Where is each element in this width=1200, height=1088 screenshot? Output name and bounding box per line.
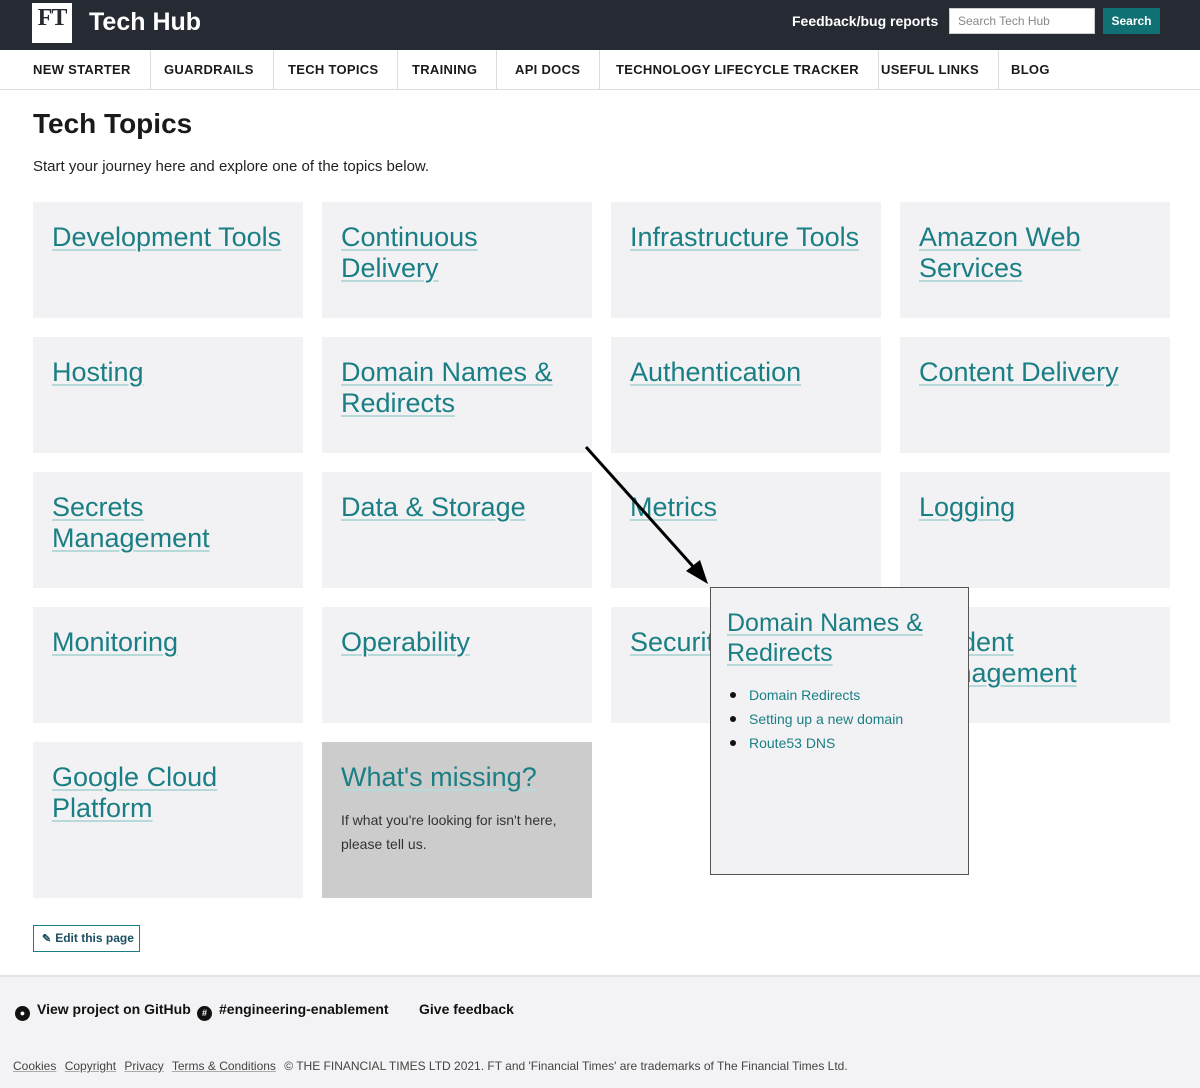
topic-card[interactable]: Content Delivery bbox=[900, 337, 1170, 453]
topic-card[interactable]: Domain Names & Redirects bbox=[322, 337, 592, 453]
terms-link[interactable]: Terms & Conditions bbox=[172, 1059, 276, 1073]
topic-card[interactable]: Metrics bbox=[611, 472, 881, 588]
github-link-label: View project on GitHub bbox=[37, 1001, 191, 1017]
topic-card-title[interactable]: Operability bbox=[341, 627, 580, 658]
cookies-link[interactable]: Cookies bbox=[13, 1059, 56, 1073]
copyright-link[interactable]: Copyright bbox=[65, 1059, 116, 1073]
github-link[interactable]: ● View project on GitHub bbox=[15, 1001, 191, 1021]
topic-card[interactable]: Secrets Management bbox=[33, 472, 303, 588]
list-item: Setting up a new domain bbox=[727, 707, 903, 731]
nav-item-blog[interactable]: BLOG bbox=[992, 50, 1069, 89]
bullet-icon bbox=[730, 692, 736, 698]
privacy-link[interactable]: Privacy bbox=[124, 1059, 163, 1073]
page-intro: Start your journey here and explore one … bbox=[33, 158, 430, 175]
topic-card[interactable]: Operability bbox=[322, 607, 592, 723]
popup-title[interactable]: Domain Names & Redirects bbox=[727, 608, 957, 668]
topic-card[interactable]: Hosting bbox=[33, 337, 303, 453]
topic-card-title[interactable]: Content Delivery bbox=[919, 357, 1158, 388]
topic-card-title[interactable]: Google Cloud Platform bbox=[52, 762, 291, 824]
site-title[interactable]: Tech Hub bbox=[89, 8, 201, 37]
topic-preview-popup: Domain Names & Redirects Domain Redirect… bbox=[710, 587, 969, 875]
popup-link[interactable]: Domain Redirects bbox=[749, 687, 860, 703]
topic-card-title[interactable]: Infrastructure Tools bbox=[630, 222, 869, 253]
nav-item-useful-links[interactable]: USEFUL LINKS bbox=[862, 50, 999, 89]
topic-card-title[interactable]: Hosting bbox=[52, 357, 291, 388]
topic-card[interactable]: Logging bbox=[900, 472, 1170, 588]
give-feedback-link[interactable]: Give feedback bbox=[419, 1001, 514, 1017]
topic-card[interactable]: Continuous Delivery bbox=[322, 202, 592, 318]
edit-page-label: Edit this page bbox=[55, 931, 134, 945]
bullet-icon bbox=[730, 716, 736, 722]
topic-card[interactable]: Monitoring bbox=[33, 607, 303, 723]
slack-icon: # bbox=[197, 1006, 212, 1021]
topic-card-title[interactable]: Monitoring bbox=[52, 627, 291, 658]
nav-item-new-starter[interactable]: NEW STARTER bbox=[14, 50, 151, 89]
bullet-icon bbox=[730, 740, 736, 746]
popup-link[interactable]: Route53 DNS bbox=[749, 735, 835, 751]
topic-card-title[interactable]: Continuous Delivery bbox=[341, 222, 580, 284]
topic-card-title[interactable]: Data & Storage bbox=[341, 492, 580, 523]
popup-link-list: Domain Redirects Setting up a new domain… bbox=[727, 683, 903, 755]
site-header: FT Tech Hub Feedback/bug reports Search bbox=[0, 0, 1200, 50]
nav-item-technology-lifecycle-tracker[interactable]: TECHNOLOGY LIFECYCLE TRACKER bbox=[597, 50, 879, 89]
legal-bar: Cookies Copyright Privacy Terms & Condit… bbox=[13, 1059, 848, 1073]
edit-page-button[interactable]: ✎ Edit this page bbox=[33, 925, 140, 952]
topic-card-title[interactable]: Metrics bbox=[630, 492, 869, 523]
popup-link[interactable]: Setting up a new domain bbox=[749, 711, 903, 727]
topic-card[interactable]: Amazon Web Services bbox=[900, 202, 1170, 318]
list-item: Route53 DNS bbox=[727, 731, 903, 755]
search-button[interactable]: Search bbox=[1103, 8, 1160, 34]
topic-card[interactable]: Google Cloud Platform bbox=[33, 742, 303, 898]
topic-card-title[interactable]: Domain Names & Redirects bbox=[341, 357, 580, 419]
nav-item-training[interactable]: TRAINING bbox=[393, 50, 498, 89]
ft-logo[interactable]: FT bbox=[32, 3, 72, 43]
topic-card-title[interactable]: Authentication bbox=[630, 357, 869, 388]
topic-card[interactable]: Authentication bbox=[611, 337, 881, 453]
slack-channel-link[interactable]: # #engineering-enablement bbox=[197, 1001, 389, 1021]
nav-item-api-docs[interactable]: API DOCS bbox=[496, 50, 601, 89]
copyright-text: © THE FINANCIAL TIMES LTD 2021. FT and '… bbox=[284, 1059, 848, 1073]
topic-card-title[interactable]: Logging bbox=[919, 492, 1158, 523]
page-title: Tech Topics bbox=[33, 108, 193, 139]
topic-card[interactable]: Development Tools bbox=[33, 202, 303, 318]
github-icon: ● bbox=[15, 1006, 30, 1021]
nav-item-guardrails[interactable]: GUARDRAILS bbox=[145, 50, 274, 89]
list-item: Domain Redirects bbox=[727, 683, 903, 707]
feedback-bug-reports-link[interactable]: Feedback/bug reports bbox=[792, 13, 938, 29]
whats-missing-title[interactable]: What's missing? bbox=[341, 762, 580, 793]
topic-card-title[interactable]: Development Tools bbox=[52, 222, 291, 253]
topic-card[interactable]: Data & Storage bbox=[322, 472, 592, 588]
search-input[interactable] bbox=[949, 8, 1095, 34]
main-nav: NEW STARTER GUARDRAILS TECH TOPICS TRAIN… bbox=[0, 50, 1200, 90]
site-footer: ● View project on GitHub # #engineering-en… bbox=[0, 975, 1200, 1088]
topic-card-title[interactable]: Secrets Management bbox=[52, 492, 291, 554]
slack-link-label: #engineering-enablement bbox=[219, 1001, 389, 1017]
topic-card-title[interactable]: Amazon Web Services bbox=[919, 222, 1158, 284]
nav-item-tech-topics[interactable]: TECH TOPICS bbox=[269, 50, 399, 89]
pencil-icon: ✎ bbox=[42, 933, 52, 945]
whats-missing-text: If what you're looking for isn't here, p… bbox=[341, 812, 557, 852]
topic-card[interactable]: Infrastructure Tools bbox=[611, 202, 881, 318]
whats-missing-card[interactable]: What's missing? If what you're looking f… bbox=[322, 742, 592, 898]
